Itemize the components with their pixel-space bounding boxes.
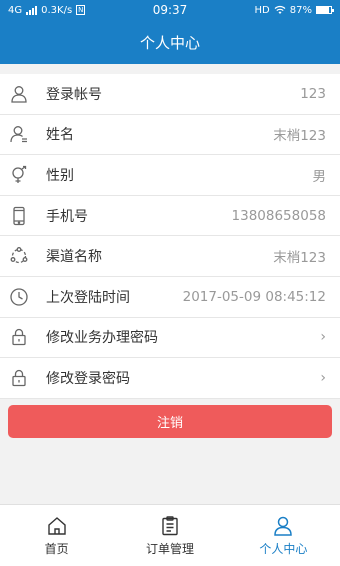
lock-icon [8,326,30,348]
row-label: 上次登陆时间 [46,289,130,306]
tab-orders[interactable]: 订单管理 [113,505,226,566]
clock-icon [8,286,30,308]
row-change-login-password[interactable]: 修改登录密码 › [0,358,340,399]
tab-bar: 首页 订单管理 个人中心 [0,504,340,566]
profile-list: 登录帐号 123 姓名 末梢123 性别 男 手机号 13808658058 渠… [0,74,340,399]
chevron-right-icon: › [320,369,326,386]
row-value: 13808658058 [231,207,326,224]
clipboard-icon [162,515,178,535]
row-value: 123 [300,85,326,102]
sim-badge: N [76,5,86,15]
row-label: 登录帐号 [46,86,102,103]
row-phone[interactable]: 手机号 13808658058 [0,196,340,237]
user-edit-icon [8,123,30,145]
battery-fill [317,7,330,13]
channel-icon [8,245,30,267]
row-label: 性别 [46,167,74,184]
row-label: 手机号 [46,208,88,225]
chevron-right-icon: › [320,329,326,346]
logout-button[interactable]: 注销 [8,405,332,438]
user-icon [8,83,30,105]
row-gender[interactable]: 性别 男 [0,155,340,196]
status-time: 09:37 [152,3,188,17]
page-title: 个人中心 [139,33,200,52]
wifi-icon [274,5,286,14]
lock-icon [8,367,30,389]
network-label: 4G [8,4,23,16]
row-label: 修改登录密码 [46,370,130,387]
header: 个人中心 [0,20,340,64]
row-value: 男 [312,168,327,185]
tab-label: 首页 [44,541,69,556]
row-last-login[interactable]: 上次登陆时间 2017-05-09 08:45:12 [0,277,340,318]
status-bar: 4G 0.3K/s N 09:37 HD 87% [0,0,340,20]
row-label: 姓名 [46,127,74,144]
phone-icon [8,205,30,227]
tab-home[interactable]: 首页 [0,505,113,566]
tab-label: 个人中心 [259,541,308,556]
hd-label: HD [254,4,270,16]
row-value: 2017-05-09 08:45:12 [182,288,326,305]
row-name[interactable]: 姓名 末梢123 [0,115,340,156]
battery-percent: 87% [289,4,312,16]
tab-profile[interactable]: 个人中心 [227,505,340,566]
tab-label: 订单管理 [145,541,194,556]
row-value: 末梢123 [273,128,326,145]
network-speed: 0.3K/s [41,4,73,16]
person-icon [274,516,293,536]
gender-icon [8,164,30,186]
signal-icon [26,5,38,15]
row-value: 末梢123 [273,250,326,267]
home-icon [47,516,66,535]
row-label: 修改业务办理密码 [46,330,158,347]
row-channel[interactable]: 渠道名称 末梢123 [0,236,340,277]
row-label: 渠道名称 [46,249,102,266]
battery-icon [316,6,334,14]
row-change-business-password[interactable]: 修改业务办理密码 › [0,318,340,359]
row-login-account[interactable]: 登录帐号 123 [0,74,340,115]
